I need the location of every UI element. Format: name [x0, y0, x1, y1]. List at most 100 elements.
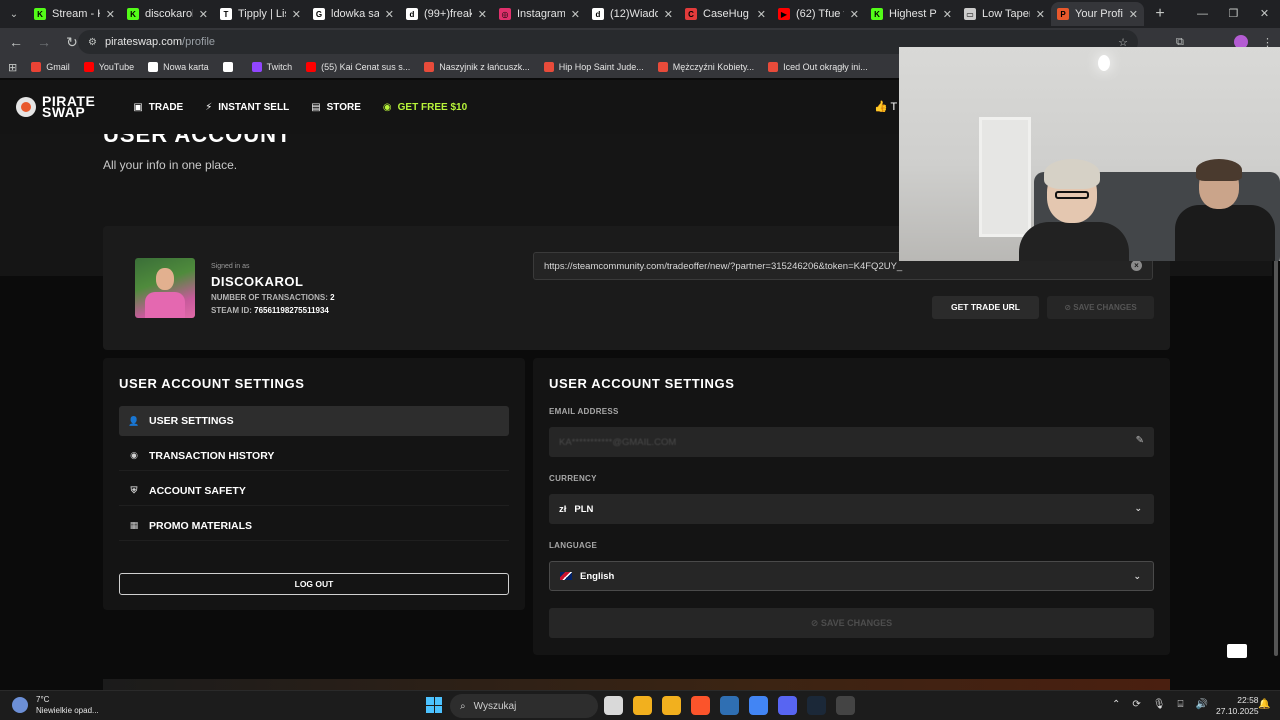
close-tab-icon[interactable]: ✕ — [199, 8, 208, 21]
nav-trade[interactable]: ▣ TRADE — [133, 102, 183, 113]
taskbar-app-icon[interactable] — [662, 696, 681, 715]
clear-icon[interactable]: × — [1131, 260, 1142, 271]
browser-tab[interactable]: d (12)Wiadom ✕ — [586, 2, 679, 26]
close-window-icon[interactable]: ✕ — [1249, 0, 1280, 28]
menu-item-transaction-history[interactable]: ◉ TRANSACTION HISTORY — [119, 441, 509, 471]
sync-icon[interactable]: ⟳ — [1132, 699, 1140, 710]
bookmark-label: Gmail — [46, 62, 70, 72]
close-tab-icon[interactable]: ✕ — [757, 8, 766, 21]
clock[interactable]: 22:58 27.10.2025 — [1216, 695, 1259, 717]
bookmark-favicon-icon — [251, 62, 262, 72]
bookmark-item[interactable]: (55) Kai Cenat sus s... — [306, 62, 410, 72]
currency-select[interactable]: zł PLN ⌄ — [549, 494, 1154, 524]
browser-tab[interactable]: Kdiscokarol Stre ✕ — [121, 2, 214, 26]
taskbar-app-icon[interactable] — [633, 696, 652, 715]
nav-store[interactable]: ▤ STORE — [311, 102, 361, 113]
taskbar-app-icon[interactable] — [691, 696, 710, 715]
browser-tab[interactable]: P Your Profile ✕ — [1051, 2, 1144, 26]
close-tab-icon[interactable]: ✕ — [664, 8, 673, 21]
bookmark-item[interactable]: Iced Out okrągły ini... — [768, 62, 868, 72]
save-changes-button[interactable]: ⊘ SAVE CHANGES — [549, 608, 1154, 638]
forward-icon[interactable]: → — [32, 34, 56, 50]
save-trade-url-button[interactable]: ⊘ SAVE CHANGES — [1047, 296, 1154, 319]
date: 27.10.2025 — [1216, 706, 1259, 716]
user-settings-panel: USER ACCOUNT SETTINGS EMAIL ADDRESS KA**… — [533, 358, 1170, 655]
bookmark-item[interactable]: YouTube — [83, 62, 134, 72]
taskbar-apps — [604, 696, 855, 715]
browser-tab[interactable]: T Tipply | Lista ✕ — [214, 2, 307, 26]
search-placeholder: Wyszukaj — [473, 700, 517, 712]
close-tab-icon[interactable]: ✕ — [571, 8, 580, 21]
close-tab-icon[interactable]: ✕ — [385, 8, 394, 21]
taskbar-app-icon[interactable] — [836, 696, 855, 715]
new-tab-button[interactable]: + — [1148, 5, 1172, 23]
close-tab-icon[interactable]: ✕ — [943, 8, 952, 21]
volume-icon[interactable]: 🔊 — [1195, 699, 1207, 710]
menu-item-account-safety[interactable]: ⛨ ACCOUNT SAFETY — [119, 476, 509, 506]
close-tab-icon[interactable]: ✕ — [292, 8, 301, 21]
browser-tab[interactable]: ▶ (62) Tfue vs ✕ — [772, 2, 865, 26]
browser-tab[interactable]: K Stream - Kick ✕ — [28, 2, 121, 26]
menu-item-user-settings[interactable]: 👤 USER SETTINGS — [119, 406, 509, 436]
taskbar-app-icon[interactable] — [807, 696, 826, 715]
header-right-item[interactable]: 👍 T — [874, 100, 897, 113]
email-field[interactable]: KA***********@GMAIL.COM ✎ — [549, 427, 1154, 457]
language-select[interactable]: English ⌄ — [549, 561, 1154, 591]
taskbar-app-icon[interactable] — [604, 696, 623, 715]
bookmark-item[interactable]: Twitch — [251, 62, 293, 72]
tab-title: Your Profile — [1075, 8, 1123, 20]
tab-favicon-icon: ◎ — [499, 8, 511, 20]
bookmark-item[interactable] — [222, 62, 238, 72]
email-value: KA***********@GMAIL.COM — [559, 436, 677, 448]
mic-icon[interactable]: 🎙 — [1153, 699, 1166, 710]
pirateswap-logo[interactable]: PIRATE SWAP — [16, 94, 95, 119]
bookmark-item[interactable]: Mężczyźni Kobiety... — [657, 62, 754, 72]
minimize-icon[interactable]: — — [1187, 0, 1218, 28]
webcam-overlay — [899, 47, 1280, 261]
nav-icon: ◉ — [382, 101, 392, 113]
chevron-down-icon: ⌄ — [1133, 571, 1141, 581]
close-tab-icon[interactable]: ✕ — [1036, 8, 1045, 21]
close-tab-icon[interactable]: ✕ — [478, 8, 487, 21]
nav-get-free-10[interactable]: ◉ GET FREE $10 — [383, 102, 467, 113]
close-tab-icon[interactable]: ✕ — [106, 8, 115, 21]
taskbar-app-icon[interactable] — [778, 696, 797, 715]
start-icon[interactable] — [426, 697, 442, 713]
bookmark-item[interactable]: Hip Hop Saint Jude... — [543, 62, 644, 72]
tab-search-icon[interactable]: ⌄ — [0, 0, 28, 28]
menu-item-promo-materials[interactable]: ▦ PROMO MATERIALS — [119, 511, 509, 541]
network-icon[interactable]: ⌸ — [1177, 699, 1183, 710]
browser-tab[interactable]: d (99+)freaky ✕ — [400, 2, 493, 26]
bookmark-item[interactable]: Gmail — [31, 62, 70, 72]
bookmark-label: Twitch — [266, 62, 293, 72]
tab-title: CaseHug | O — [703, 8, 751, 20]
back-icon[interactable]: ← — [4, 34, 28, 50]
browser-tab[interactable]: K Highest Paid ✕ — [865, 2, 958, 26]
window-controls: — ❐ ✕ — [1187, 0, 1280, 28]
notifications-icon[interactable]: 🔔 — [1258, 699, 1270, 710]
menu-icon: ▦ — [129, 520, 139, 530]
restore-icon[interactable]: ❐ — [1218, 0, 1249, 28]
bookmark-item[interactable]: Nowa karta — [148, 62, 209, 72]
taskbar-app-icon[interactable] — [749, 696, 768, 715]
nav-instant-sell[interactable]: ⚡ INSTANT SELL — [205, 102, 289, 113]
taskbar-search[interactable]: ⌕ Wyszukaj — [450, 694, 598, 718]
browser-tab[interactable]: C CaseHug | O ✕ — [679, 2, 772, 26]
logout-button[interactable]: LOG OUT — [119, 573, 509, 595]
taskbar-app-icon[interactable] — [720, 696, 739, 715]
chat-icon[interactable] — [1227, 644, 1247, 658]
browser-tab[interactable]: Gldowka sams ✕ — [307, 2, 400, 26]
weather-widget[interactable]: 7°C Niewielkie opad... — [12, 694, 99, 716]
apps-grid-icon[interactable]: ⊞ — [8, 61, 17, 74]
bookmark-item[interactable]: Naszyjnik z łańcuszk... — [424, 62, 530, 72]
browser-tab[interactable]: ◎ Instagram ✕ — [493, 2, 586, 26]
edit-pencil-icon[interactable]: ✎ — [1136, 435, 1144, 446]
language-value: English — [580, 570, 615, 582]
site-info-icon[interactable]: ⚙ — [88, 37, 97, 48]
get-trade-url-button[interactable]: GET TRADE URL — [932, 296, 1039, 319]
browser-tab[interactable]: ▭ Low Taper Fa ✕ — [958, 2, 1051, 26]
close-tab-icon[interactable]: ✕ — [850, 8, 859, 21]
tray-chevron-icon[interactable]: ⌃ — [1112, 699, 1120, 710]
page-subtitle: All your info in one place. — [103, 158, 238, 172]
close-tab-icon[interactable]: ✕ — [1129, 8, 1138, 21]
